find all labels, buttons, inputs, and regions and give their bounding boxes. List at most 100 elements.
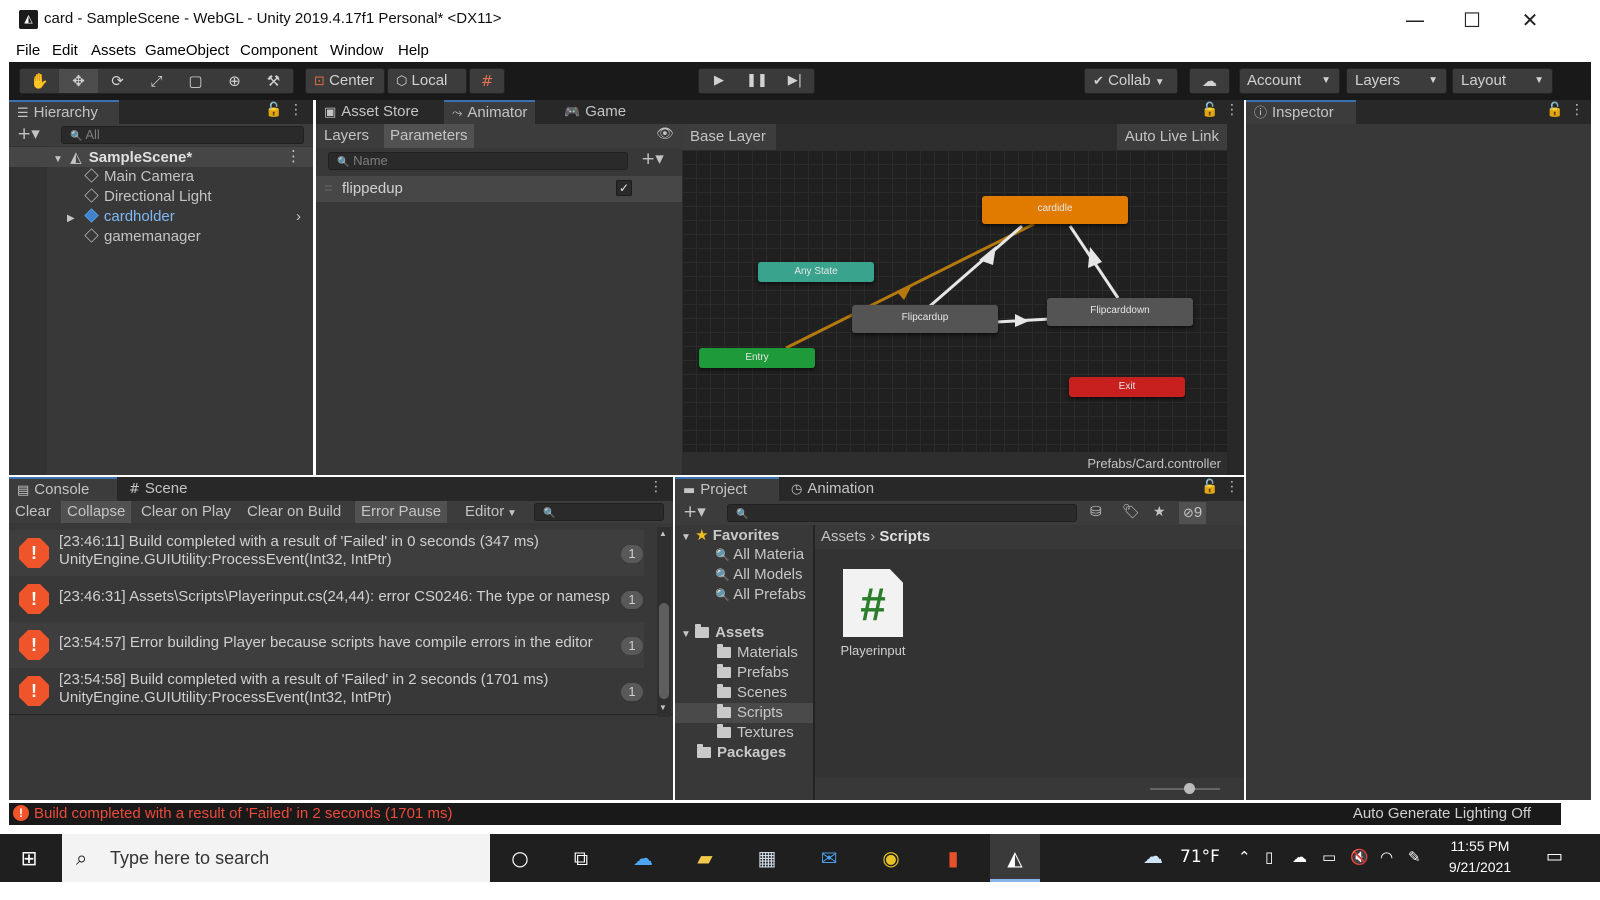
office-icon[interactable]: ▮ [928,834,978,882]
hierarchy-item-directional-light[interactable]: Directional Light [9,187,313,207]
favorite-item[interactable]: 🔍 All Models [715,565,803,585]
tab-scene[interactable]: # Scene [121,477,195,501]
task-view-icon[interactable]: ⧉ [556,834,606,882]
menu-help[interactable]: Help [398,42,429,59]
folder-item[interactable]: Materials [717,643,798,663]
drag-handle-icon[interactable]: = [324,180,333,197]
lock-icon[interactable]: 🔓 [1546,102,1563,118]
clear-on-play-button[interactable]: Clear on Play [135,501,237,523]
state-any-state[interactable]: Any State [758,262,874,282]
onedrive-error-icon[interactable]: ☁ [1292,848,1307,866]
minimize-button[interactable]: — [1392,4,1438,36]
menu-component[interactable]: Component [240,42,318,59]
hierarchy-search-input[interactable]: 🔍 All [61,126,304,144]
battery-icon[interactable]: ▭ [1322,848,1336,866]
state-cardidle[interactable]: cardidle [982,196,1128,224]
chevron-right-icon[interactable]: › [296,207,301,227]
unity-taskbar-icon[interactable]: ◭ [990,834,1040,882]
store-icon[interactable]: ▦ [742,834,792,882]
weather-cloud-icon[interactable]: ☁ [1143,844,1163,868]
folder-item[interactable]: Scenes [717,683,787,703]
volume-muted-icon[interactable]: 🔇 [1350,848,1369,866]
hierarchy-item-cardholder[interactable]: ▶ cardholder › [9,207,313,227]
breadcrumb-scripts[interactable]: Scripts [879,528,930,545]
more-options-icon[interactable]: ⋮ [1225,102,1239,118]
favorite-star-icon[interactable]: ★ [1153,504,1166,520]
transition-flipcardup-cardidle[interactable] [929,224,1023,308]
tab-project[interactable]: ▬ Project [675,477,779,501]
editor-dropdown[interactable]: Editor ▼ [459,501,529,523]
tab-animator[interactable]: ⤳ Animator [444,100,536,124]
custom-tool-icon[interactable]: ⚒ [254,69,293,93]
log-entry[interactable]: ! [23:54:57] Error building Player becau… [9,622,644,668]
more-options-icon[interactable]: ⋮ [286,147,301,167]
clear-button[interactable]: Clear [9,501,57,523]
hierarchy-item-main-camera[interactable]: Main Camera [9,167,313,187]
lock-icon[interactable]: 🔓 [1201,479,1218,495]
more-options-icon[interactable]: ⋮ [289,102,303,118]
scale-tool-icon[interactable]: ⤢ [137,69,176,93]
chrome-icon[interactable]: ◉ [866,834,916,882]
tab-console[interactable]: ▤ Console [9,477,117,501]
console-scrollbar[interactable]: ▲ ▼ [657,527,671,717]
folder-item[interactable]: Prefabs [717,663,789,683]
add-parameter-button[interactable]: +▾ [641,149,664,169]
expand-arrow-icon[interactable]: ▶ [67,213,75,224]
eye-icon[interactable]: 👁 [656,126,674,142]
lock-icon[interactable]: 🔓 [1201,102,1218,118]
log-entry[interactable]: ! [23:46:11] Build completed with a resu… [9,530,644,576]
state-exit[interactable]: Exit [1069,377,1185,397]
cloud-button[interactable]: ☁ [1189,68,1230,94]
wifi-icon[interactable]: ◠ [1380,848,1393,866]
state-flipcarddown[interactable]: Flipcarddown [1047,298,1193,326]
menu-edit[interactable]: Edit [52,42,78,59]
parameter-name[interactable]: flippedup [342,180,403,197]
label-tag-icon[interactable]: 🏷 [1122,504,1140,520]
cortana-icon[interactable]: ○ [495,834,545,882]
device-icon[interactable]: ▯ [1265,848,1273,866]
collapse-button[interactable]: Collapse [61,501,132,523]
favorite-item[interactable]: 🔍 All Prefabs [715,585,806,605]
hand-tool-icon[interactable]: ✋ [20,69,59,93]
lock-icon[interactable]: 🔓 [265,102,282,118]
error-pause-button[interactable]: Error Pause [355,501,448,523]
more-options-icon[interactable]: ⋮ [649,479,663,495]
menu-window[interactable]: Window [330,42,383,59]
tab-animation[interactable]: ◷ Animation [783,477,882,501]
lighting-status[interactable]: Auto Generate Lighting Off [1353,805,1531,822]
more-options-icon[interactable]: ⋮ [1570,102,1584,118]
menu-file[interactable]: File [16,42,40,59]
onedrive-cloud-icon[interactable]: ☁ [618,834,668,882]
step-button[interactable]: ▶| [776,69,814,93]
parameter-row[interactable]: = flippedup ✓ [316,176,682,202]
rotate-tool-icon[interactable]: ⟳ [98,69,137,93]
breadcrumb-base-layer[interactable]: Base Layer [682,124,776,150]
close-window-button[interactable]: ✕ [1507,4,1553,36]
temperature[interactable]: 71°F [1180,847,1220,867]
parameter-search-input[interactable]: 🔍 Name [328,152,628,170]
parameter-checkbox[interactable]: ✓ [616,180,632,196]
filter-type-icon[interactable]: ⛁ [1090,504,1102,520]
pivot-space-button[interactable]: ⬡ Local [387,68,467,94]
scrollbar-thumb[interactable] [659,603,669,699]
project-search-input[interactable]: 🔍 [727,504,1077,522]
folder-item-selected[interactable]: Scripts [675,703,813,723]
chevron-up-icon[interactable]: ⌃ [1238,848,1251,866]
animator-graph-canvas[interactable]: cardidle Any State Flipcardup Flipcarddo… [682,150,1227,452]
console-search-input[interactable]: 🔍 [534,503,664,521]
file-explorer-icon[interactable]: ▰ [680,834,730,882]
log-entry[interactable]: ! [23:54:58] Build completed with a resu… [9,668,644,714]
collab-dropdown[interactable]: ✔ Collab ▼ [1084,68,1178,94]
state-flipcardup[interactable]: Flipcardup [852,305,998,333]
transform-tool-icon[interactable]: ⊕ [215,69,254,93]
notifications-icon[interactable]: ▭ [1546,846,1563,867]
pen-icon[interactable]: ✎ [1408,848,1421,866]
tab-game[interactable]: 🎮 Game [556,100,634,124]
auto-live-link-button[interactable]: Auto Live Link [1116,124,1227,150]
grid-snap-button[interactable]: # [469,68,505,94]
move-tool-icon[interactable]: ✥ [59,69,98,93]
hidden-packages-toggle[interactable]: ⊘9 [1179,502,1207,524]
layout-dropdown[interactable]: Layout ▼ [1452,68,1553,94]
favorites-row[interactable]: ▼ ★ Favorites [681,525,779,545]
play-button[interactable]: ▶ [700,69,738,93]
